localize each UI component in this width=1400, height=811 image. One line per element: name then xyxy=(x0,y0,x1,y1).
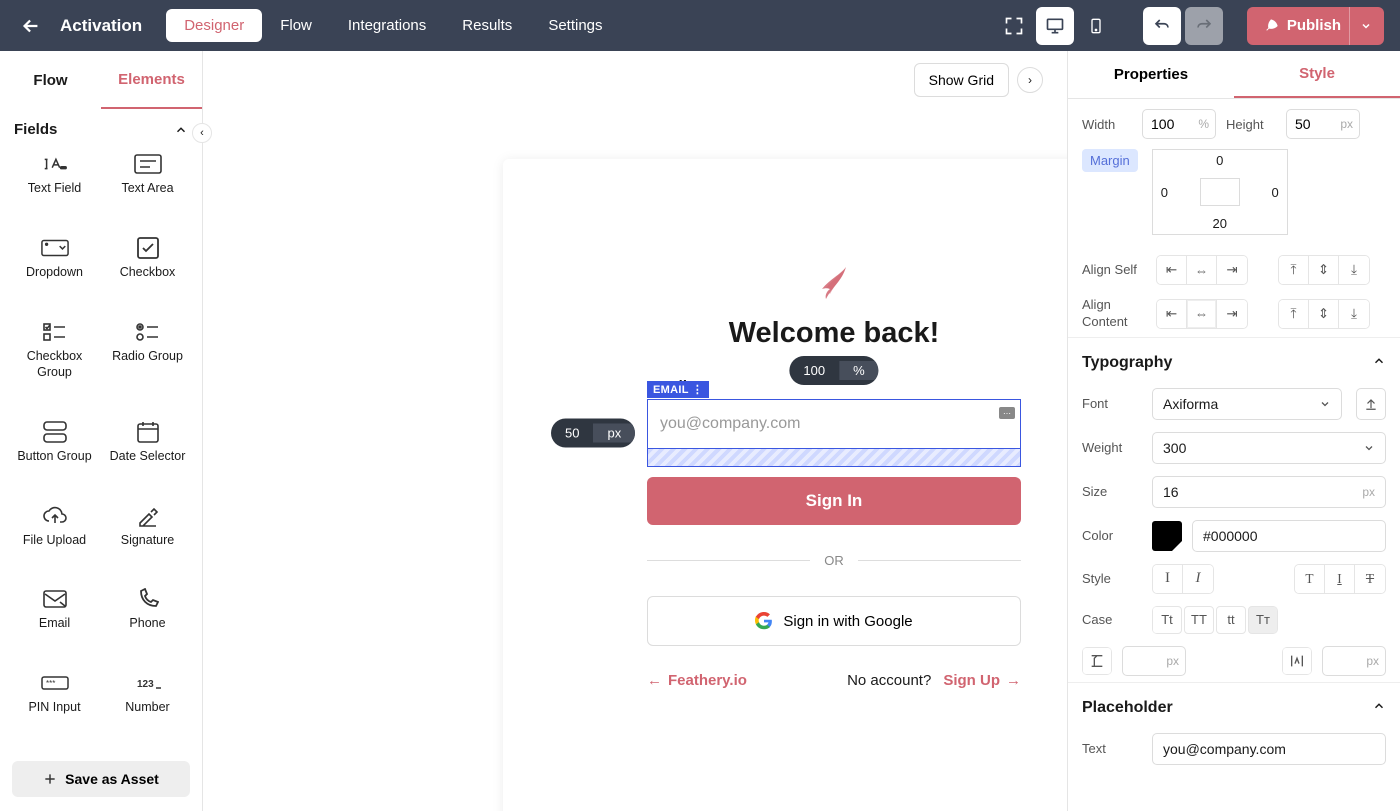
field-date-selector[interactable]: Date Selector xyxy=(101,422,194,488)
chevron-up-icon[interactable] xyxy=(1372,354,1386,372)
tab-integrations[interactable]: Integrations xyxy=(330,9,444,42)
color-input[interactable]: #000000 xyxy=(1192,520,1386,552)
selected-element-badge: EMAIL ⋮ xyxy=(647,381,709,398)
align-self-label: Align Self xyxy=(1082,262,1146,279)
sign-in-button[interactable]: Sign In xyxy=(647,477,1021,525)
undo-button[interactable] xyxy=(1143,7,1181,45)
upload-font-button[interactable] xyxy=(1356,388,1386,420)
save-as-asset-button[interactable]: Save as Asset xyxy=(12,761,190,797)
align-content-horizontal[interactable]: ⇤⇔⇥ xyxy=(1156,299,1248,329)
redo-button[interactable] xyxy=(1185,7,1223,45)
placeholder-text-input[interactable]: you@company.com xyxy=(1152,733,1386,765)
fields-section-title: Fields xyxy=(14,121,57,138)
canvas-frame[interactable]: Welcome back! 100% Email 50px EMAIL ⋮ yo… xyxy=(503,159,1067,811)
tab-results[interactable]: Results xyxy=(444,9,530,42)
field-radio-group[interactable]: Radio Group xyxy=(101,322,194,404)
height-label: Height xyxy=(1226,117,1276,132)
margin-indicator xyxy=(647,449,1021,467)
email-input[interactable]: you@company.com ⋯ xyxy=(647,399,1021,449)
device-fullscreen[interactable] xyxy=(995,7,1033,45)
form-title: Welcome back! xyxy=(729,317,940,350)
publish-button[interactable]: Publish xyxy=(1247,7,1384,45)
field-phone[interactable]: Phone xyxy=(101,589,194,655)
svg-text:***: *** xyxy=(46,679,55,688)
device-mobile[interactable] xyxy=(1077,7,1115,45)
field-email[interactable]: Email xyxy=(8,589,101,655)
device-desktop[interactable] xyxy=(1036,7,1074,45)
drag-handle-icon[interactable]: ⋯ xyxy=(999,407,1015,419)
field-checkbox-group[interactable]: Checkbox Group xyxy=(8,322,101,404)
placeholder-title: Placeholder xyxy=(1082,699,1173,717)
chevron-down-icon xyxy=(1349,7,1372,45)
left-tab-flow[interactable]: Flow xyxy=(0,51,101,109)
letter-spacing-icon[interactable] xyxy=(1282,647,1312,675)
field-text-area[interactable]: Text Area xyxy=(101,154,194,220)
align-content-vertical[interactable]: ⤒⇕⤓ xyxy=(1278,299,1370,329)
letter-spacing-input[interactable]: px xyxy=(1322,646,1386,676)
logo-icon xyxy=(820,259,848,299)
svg-text:123: 123 xyxy=(137,679,154,690)
right-tab-properties[interactable]: Properties xyxy=(1068,51,1234,98)
chevron-up-icon[interactable] xyxy=(1372,699,1386,717)
typography-title: Typography xyxy=(1082,354,1172,372)
align-content-label: Align Content xyxy=(1082,297,1146,331)
tab-settings[interactable]: Settings xyxy=(530,9,620,42)
tab-flow[interactable]: Flow xyxy=(262,9,330,42)
sign-up-link[interactable]: Sign Up → xyxy=(943,672,1021,689)
margin-box-model[interactable]: 0 20 0 0 xyxy=(1152,149,1288,235)
line-height-input[interactable]: px xyxy=(1122,646,1186,676)
align-self-horizontal[interactable]: ⇤⇔⇥ xyxy=(1156,255,1248,285)
field-file-upload[interactable]: File Upload xyxy=(8,506,101,572)
right-tab-style[interactable]: Style xyxy=(1234,51,1400,98)
height-input[interactable]: px xyxy=(1286,109,1360,139)
font-select[interactable]: Axiforma xyxy=(1152,388,1342,420)
field-checkbox[interactable]: Checkbox xyxy=(101,238,194,304)
weight-select[interactable]: 300 xyxy=(1152,432,1386,464)
page-title: Activation xyxy=(60,16,142,36)
color-swatch[interactable] xyxy=(1152,521,1182,551)
feathery-link[interactable]: ← Feathery.io xyxy=(647,672,747,689)
field-signature[interactable]: Signature xyxy=(101,506,194,572)
field-text-field[interactable]: Text Field xyxy=(8,154,101,220)
field-number[interactable]: 123Number xyxy=(101,673,194,739)
width-input[interactable]: % xyxy=(1142,109,1216,139)
show-grid-button[interactable]: Show Grid xyxy=(914,63,1009,97)
align-self-vertical[interactable]: ⤒⇕⤓ xyxy=(1278,255,1370,285)
field-pin-input[interactable]: ***PIN Input xyxy=(8,673,101,739)
width-pill: 100% xyxy=(789,356,878,385)
back-button[interactable] xyxy=(16,11,46,41)
no-account-text: No account? xyxy=(847,672,931,689)
text-case-group[interactable]: TtTTttTᴛ xyxy=(1152,606,1278,634)
chevron-up-icon[interactable] xyxy=(174,123,188,137)
field-button-group[interactable]: Button Group xyxy=(8,422,101,488)
text-decoration-group[interactable]: TIT xyxy=(1294,564,1386,594)
width-label: Width xyxy=(1082,117,1132,132)
collapse-left-icon[interactable]: ‹ xyxy=(192,123,212,143)
size-input[interactable]: 16px xyxy=(1152,476,1386,508)
canvas-next-icon[interactable]: › xyxy=(1017,67,1043,93)
left-tab-elements[interactable]: Elements xyxy=(101,51,202,109)
margin-label[interactable]: Margin xyxy=(1082,149,1138,172)
field-dropdown[interactable]: Dropdown xyxy=(8,238,101,304)
google-signin-button[interactable]: Sign in with Google xyxy=(647,596,1021,646)
rocket-icon xyxy=(1263,18,1279,34)
plus-icon xyxy=(43,772,57,786)
google-icon xyxy=(755,612,773,630)
or-divider: OR xyxy=(647,553,1021,568)
tab-designer[interactable]: Designer xyxy=(166,9,262,42)
line-height-icon[interactable] xyxy=(1082,647,1112,675)
height-pill: 50px xyxy=(551,419,635,448)
font-style-group[interactable]: II xyxy=(1152,564,1214,594)
